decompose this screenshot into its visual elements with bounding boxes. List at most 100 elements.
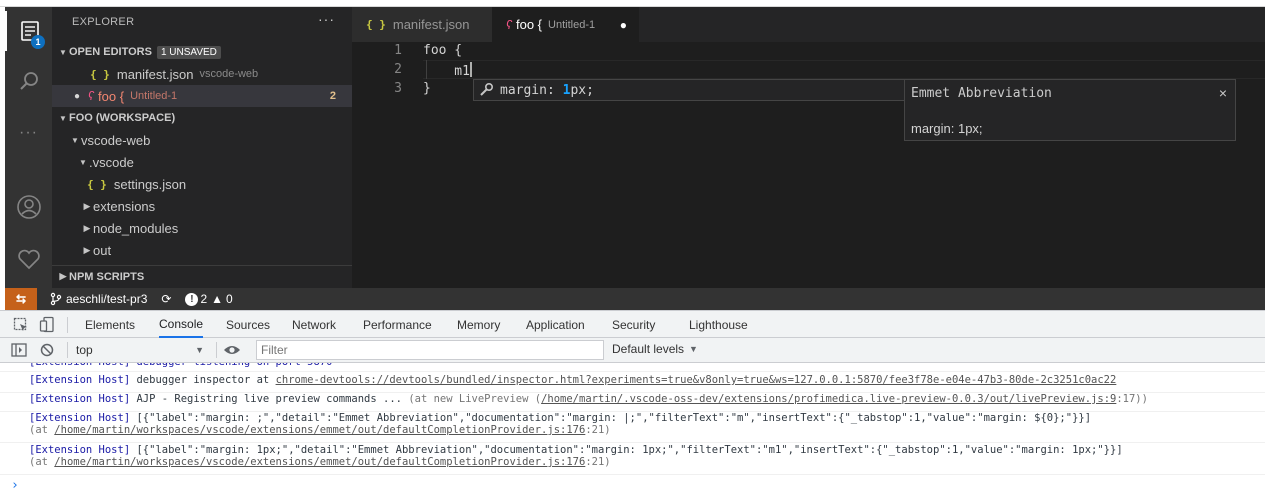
console-message: [Extension Host] debugger listening on p…: [0, 363, 1265, 372]
divider: [67, 317, 68, 333]
activity-bar: 1 ···: [5, 7, 52, 288]
tab-label: foo {: [516, 17, 543, 32]
close-icon[interactable]: ×: [1219, 85, 1227, 101]
workspace-title: FOO (WORKSPACE): [69, 112, 176, 124]
tree-folder[interactable]: ▼ vscode-web: [52, 129, 352, 151]
search-activity-button[interactable]: [5, 61, 52, 101]
suggest-label: margin: 1px;: [500, 82, 594, 98]
code-text: foo {: [423, 43, 463, 58]
devtools-tabbar: Elements Console Sources Network Perform…: [0, 310, 1265, 338]
suggest-item[interactable]: margin: 1px;: [473, 79, 905, 101]
tab-lighthouse[interactable]: Lighthouse: [689, 311, 748, 338]
heart-icon: [17, 249, 40, 270]
source-link[interactable]: /home/martin/.vscode-oss-dev/extensions/…: [541, 393, 1116, 405]
source-link[interactable]: chrome-devtools://devtools/bundled/inspe…: [276, 374, 1117, 386]
explorer-activity-button[interactable]: 1: [5, 11, 52, 51]
tab-security[interactable]: Security: [612, 311, 655, 338]
chevron-down-icon: ▼: [689, 344, 698, 354]
npm-scripts-header[interactable]: ▶ NPM SCRIPTS: [52, 265, 352, 287]
source-link[interactable]: /home/martin/workspaces/vscode/extension…: [54, 456, 585, 468]
status-bar: ⇆ aeschli/test-pr3 ⟳ ! 2 ▲ 0: [5, 288, 1265, 310]
open-editor-item[interactable]: { } manifest.json vscode-web: [52, 63, 352, 85]
npm-scripts-title: NPM SCRIPTS: [69, 270, 145, 283]
code-line: }: [423, 81, 431, 96]
tab-desc: Untitled-1: [548, 18, 596, 31]
divider: [67, 342, 68, 358]
console-filter-input[interactable]: [256, 340, 604, 360]
text-cursor: [469, 62, 472, 77]
chevron-right-icon: ▶: [59, 271, 67, 281]
chevron-down-icon: ▼: [79, 157, 87, 167]
device-toolbar-icon[interactable]: [39, 316, 55, 334]
tree-folder-name: out: [93, 242, 112, 258]
tree-folder[interactable]: ▼ .vscode: [52, 151, 352, 173]
clear-console-icon[interactable]: [40, 343, 54, 357]
chevron-right-icon: ▶: [83, 222, 91, 233]
console-prompt[interactable]: ›: [11, 478, 19, 493]
tab-label: manifest.json: [392, 17, 470, 32]
account-icon: [16, 195, 41, 219]
error-count: 2: [200, 292, 208, 306]
tab-performance[interactable]: Performance: [363, 311, 432, 338]
context-selector[interactable]: top ▼: [70, 340, 210, 360]
search-icon: [19, 72, 38, 90]
sidebar-toggle-icon[interactable]: [11, 343, 27, 357]
chevron-down-icon: ▼: [59, 113, 67, 123]
chevron-down-icon: ▼: [71, 135, 79, 145]
line-number: 1: [394, 43, 402, 58]
problem-count: 2: [329, 90, 336, 102]
tab-memory[interactable]: Memory: [457, 311, 500, 338]
details-title: Emmet Abbreviation: [911, 86, 1052, 101]
tab-network[interactable]: Network: [292, 311, 336, 338]
json-file-icon: { }: [90, 67, 110, 81]
tree-file[interactable]: { } settings.json: [52, 173, 352, 195]
remote-indicator[interactable]: ⇆: [5, 288, 37, 310]
remote-icon: ⇆: [15, 292, 27, 306]
console-message: [Extension Host] AJP - Registring live p…: [0, 393, 1265, 412]
inspect-element-icon[interactable]: [13, 317, 29, 333]
eye-icon[interactable]: [223, 344, 241, 356]
tab-manifest-json[interactable]: { } manifest.json: [352, 7, 492, 42]
explorer-more-button[interactable]: ···: [318, 11, 335, 27]
console-message: [Extension Host] [{"label":"margin: ;","…: [0, 412, 1265, 443]
problems-status[interactable]: ! 2 ▲ 0: [185, 292, 233, 306]
details-body: margin: 1px;: [911, 121, 983, 136]
open-editors-title: OPEN EDITORS: [69, 46, 152, 58]
code-text: }: [423, 81, 431, 96]
workspace-header[interactable]: ▼ FOO (WORKSPACE): [52, 107, 352, 129]
console-message: [Extension Host] [{"label":"margin: 1px;…: [0, 444, 1265, 475]
open-editor-name: foo {: [98, 88, 125, 104]
code-line: foo {: [423, 43, 462, 58]
tree-folder[interactable]: ▶ extensions: [52, 195, 352, 217]
sync-icon[interactable]: ⟳: [161, 292, 171, 306]
log-levels-dropdown[interactable]: Default levels ▼: [612, 342, 698, 356]
tab-sources[interactable]: Sources: [226, 311, 270, 338]
tree-folder[interactable]: ▶ out: [52, 239, 352, 261]
warning-count: 0: [226, 292, 233, 306]
tab-application[interactable]: Application: [526, 311, 585, 338]
open-editors-header[interactable]: ▼ OPEN EDITORS 1 UNSAVED: [52, 41, 352, 63]
branch-status[interactable]: aeschli/test-pr3: [49, 292, 147, 306]
accounts-activity-button[interactable]: [5, 187, 52, 227]
code-text: m1: [423, 64, 470, 79]
window-top-strip: [0, 0, 1265, 7]
chevron-right-icon: ▶: [83, 244, 91, 255]
tab-untitled-1[interactable]: ʕ foo { Untitled-1 ●: [492, 7, 639, 42]
open-editor-name: manifest.json: [116, 66, 194, 82]
chevron-down-icon: ▼: [195, 345, 204, 355]
divider: [216, 342, 217, 358]
tree-folder[interactable]: ▶ node_modules: [52, 217, 352, 239]
sponsor-activity-button[interactable]: [5, 239, 52, 279]
tree-folder-name: node_modules: [93, 220, 179, 236]
source-link[interactable]: /home/martin/workspaces/vscode/extension…: [54, 424, 585, 436]
tab-console[interactable]: Console: [159, 311, 204, 338]
css-file-icon: ʕ: [88, 89, 95, 103]
explorer-badge: 1: [31, 35, 45, 49]
tab-elements[interactable]: Elements: [85, 311, 135, 338]
editor-tabs: { } manifest.json ʕ foo { Untitled-1 ●: [352, 7, 1265, 42]
open-editor-item[interactable]: ● ʕ foo { Untitled-1 2: [52, 85, 352, 107]
chevron-right-icon: ▶: [83, 200, 91, 211]
dirty-dot-icon[interactable]: ●: [620, 18, 627, 32]
more-activity-button[interactable]: ···: [5, 113, 52, 153]
console-message: [Extension Host] debugger inspector at c…: [0, 374, 1265, 393]
